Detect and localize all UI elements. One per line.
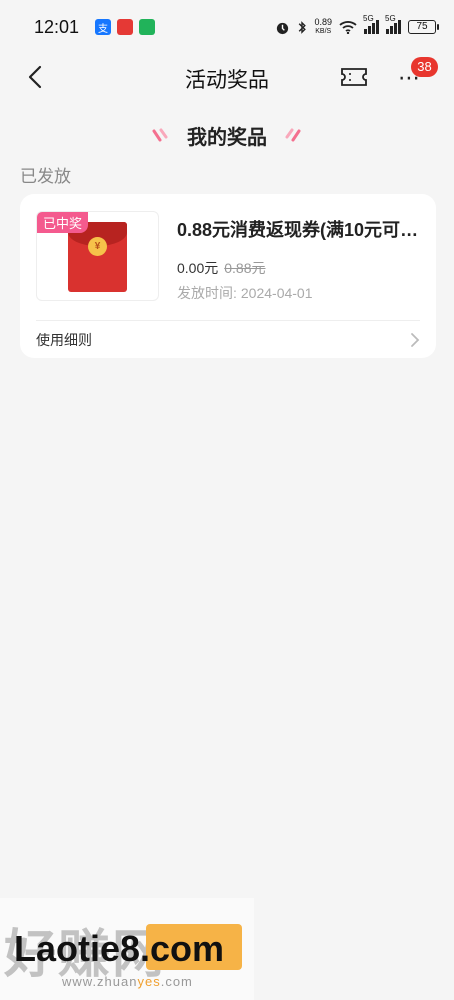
alarm-icon bbox=[277, 22, 289, 34]
bluetooth-icon bbox=[299, 20, 307, 34]
signal-icon-1: 5G bbox=[363, 14, 379, 34]
notification-badge: 38 bbox=[411, 57, 438, 77]
issue-time: 发放时间: 2024-04-01 bbox=[177, 283, 313, 303]
usage-rules-row[interactable]: 使用细则 bbox=[36, 321, 420, 358]
watermark-url-c: .com bbox=[160, 974, 193, 989]
status-indicators: 0.89 KB/S 5G 5G 75 bbox=[275, 14, 439, 36]
price-original: 0.88元 bbox=[224, 260, 266, 276]
watermark-text: Laotie8.com bbox=[14, 928, 225, 969]
watermark-url-b: yes bbox=[137, 974, 161, 989]
prize-thumbnail: 已中奖 ¥ bbox=[36, 211, 159, 301]
decor-stroke-right-icon bbox=[285, 128, 301, 142]
red-app-icon bbox=[117, 19, 134, 35]
signal-label-1: 5G bbox=[363, 14, 374, 23]
issue-date: 2024-04-01 bbox=[240, 285, 313, 301]
usage-rules-label: 使用细则 bbox=[36, 331, 92, 348]
alipay-icon: 支 bbox=[95, 19, 112, 35]
page-title: 活动奖品 bbox=[185, 69, 269, 92]
net-speed: 0.89 KB/S bbox=[314, 18, 332, 36]
ticket-icon[interactable] bbox=[340, 67, 368, 87]
status-bar: 12:01 支 0.89 KB/S 5G 5G 75 bbox=[0, 0, 454, 54]
prize-name: 0.88元消费返现券(满10元可用) bbox=[177, 220, 422, 240]
issued-label: 已发放 bbox=[20, 167, 71, 186]
chevron-right-icon bbox=[411, 332, 420, 347]
won-tag: 已中奖 bbox=[37, 212, 89, 233]
issue-time-label: 发放时间: bbox=[177, 285, 237, 301]
section-title: 我的奖品 bbox=[187, 127, 267, 149]
coin-icon: ¥ bbox=[88, 237, 107, 256]
price-row: 0.00元 0.88元 bbox=[177, 258, 266, 278]
watermark-url-a: www.zhuan bbox=[62, 974, 138, 989]
net-speed-value: 0.89 bbox=[314, 17, 332, 27]
watermark-url: www.zhuanyes.com bbox=[62, 974, 193, 989]
wechat-icon bbox=[139, 19, 156, 35]
net-speed-unit: KB/S bbox=[315, 28, 332, 35]
price-now: 0.00元 bbox=[177, 260, 219, 276]
prize-card[interactable]: 已中奖 ¥ 0.88元消费返现券(满10元可用) 0.00元 0.88元 发放时间… bbox=[20, 194, 436, 358]
watermark: 好赚网 Laotie8.com www.zhuanyes.com bbox=[0, 898, 254, 1000]
wifi-icon bbox=[339, 21, 357, 34]
status-time: 12:01 bbox=[34, 16, 80, 37]
nav-bar: 活动奖品 ⋯ bbox=[0, 54, 454, 102]
notification-app-icons: 支 bbox=[95, 19, 156, 35]
signal-icon-2: 5G bbox=[385, 14, 401, 34]
signal-label-2: 5G bbox=[385, 14, 396, 23]
battery-icon: 75 bbox=[408, 20, 439, 34]
